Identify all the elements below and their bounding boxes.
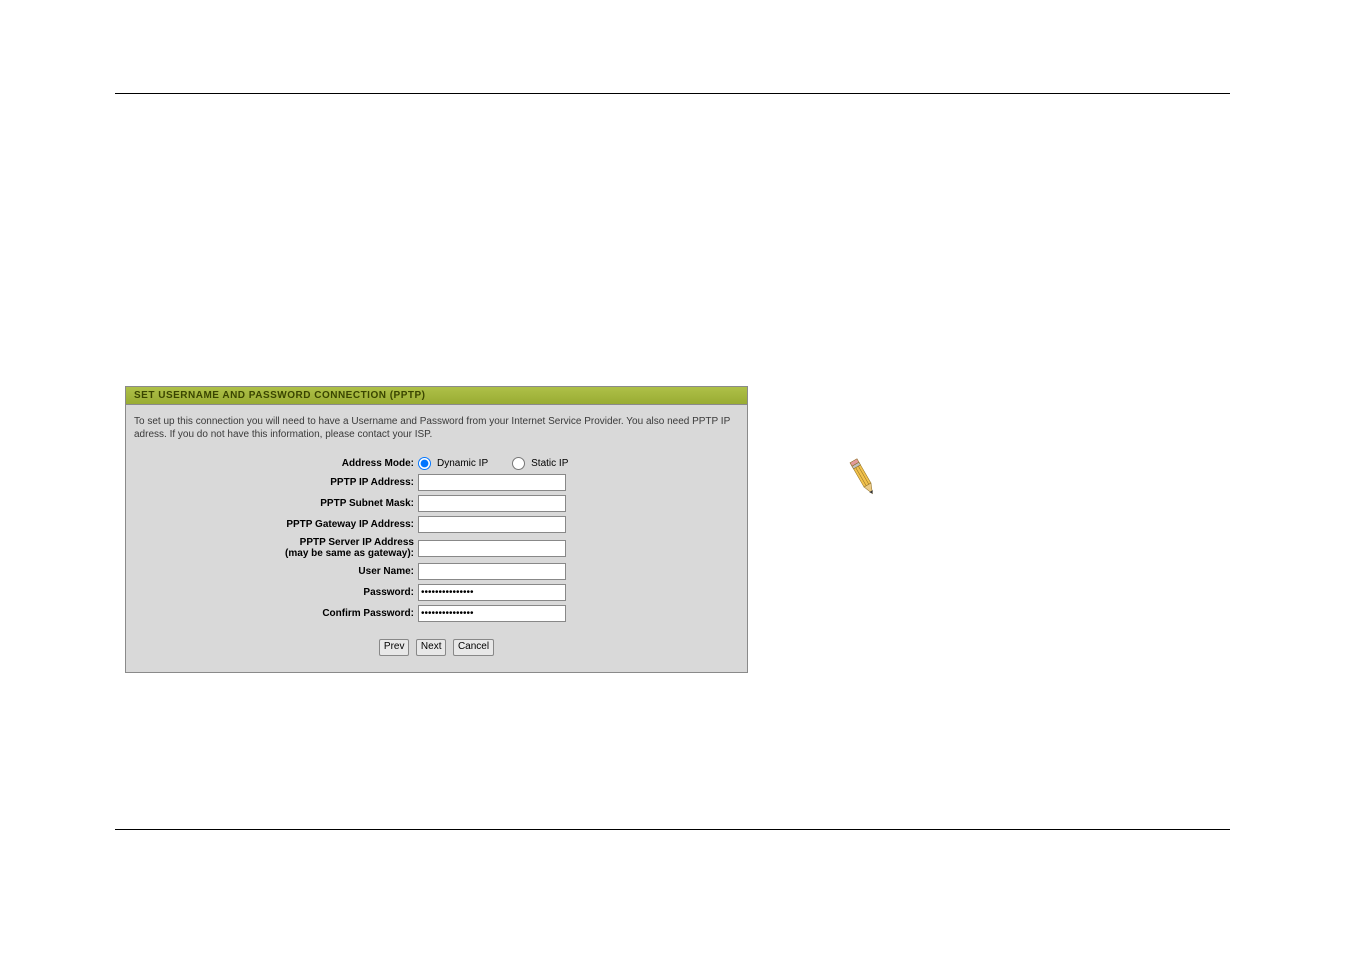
username-input[interactable] — [418, 563, 566, 580]
pptp-gateway-input[interactable] — [418, 516, 566, 533]
confirm-password-input[interactable] — [418, 605, 566, 622]
panel-description: To set up this connection you will need … — [134, 415, 739, 441]
horizontal-rule-top — [115, 93, 1230, 94]
horizontal-rule-bottom — [115, 829, 1230, 830]
pptp-subnet-input[interactable] — [418, 495, 566, 512]
cancel-button[interactable]: Cancel — [453, 639, 494, 656]
address-mode-row: Address Mode: Dynamic IP Static IP — [134, 457, 739, 470]
pencil-icon — [843, 453, 885, 510]
pptp-server-label: PPTP Server IP Address (may be same as g… — [134, 537, 418, 559]
password-row: Password: — [134, 584, 739, 601]
static-ip-label: Static IP — [531, 458, 568, 469]
prev-button[interactable]: Prev — [379, 639, 410, 656]
panel-body: To set up this connection you will need … — [126, 405, 747, 672]
pptp-server-row: PPTP Server IP Address (may be same as g… — [134, 537, 739, 559]
pptp-ip-row: PPTP IP Address: — [134, 474, 739, 491]
button-row: Prev Next Cancel — [134, 636, 739, 656]
pptp-subnet-label: PPTP Subnet Mask: — [134, 498, 418, 509]
password-input[interactable] — [418, 584, 566, 601]
pptp-subnet-row: PPTP Subnet Mask: — [134, 495, 739, 512]
dynamic-ip-label: Dynamic IP — [437, 458, 488, 469]
address-mode-label: Address Mode: — [134, 458, 418, 469]
password-label: Password: — [134, 587, 418, 598]
pptp-config-panel: SET USERNAME AND PASSWORD CONNECTION (PP… — [125, 386, 748, 673]
next-button[interactable]: Next — [416, 639, 447, 656]
pptp-gateway-row: PPTP Gateway IP Address: — [134, 516, 739, 533]
static-ip-radio[interactable] — [512, 457, 525, 470]
pptp-ip-label: PPTP IP Address: — [134, 477, 418, 488]
dynamic-ip-radio[interactable] — [418, 457, 431, 470]
pptp-server-input[interactable] — [418, 540, 566, 557]
pptp-ip-input[interactable] — [418, 474, 566, 491]
confirm-password-row: Confirm Password: — [134, 605, 739, 622]
username-label: User Name: — [134, 566, 418, 577]
address-mode-radio-group: Dynamic IP Static IP — [418, 457, 568, 470]
confirm-password-label: Confirm Password: — [134, 608, 418, 619]
pptp-gateway-label: PPTP Gateway IP Address: — [134, 519, 418, 530]
username-row: User Name: — [134, 563, 739, 580]
panel-title: SET USERNAME AND PASSWORD CONNECTION (PP… — [126, 387, 747, 405]
